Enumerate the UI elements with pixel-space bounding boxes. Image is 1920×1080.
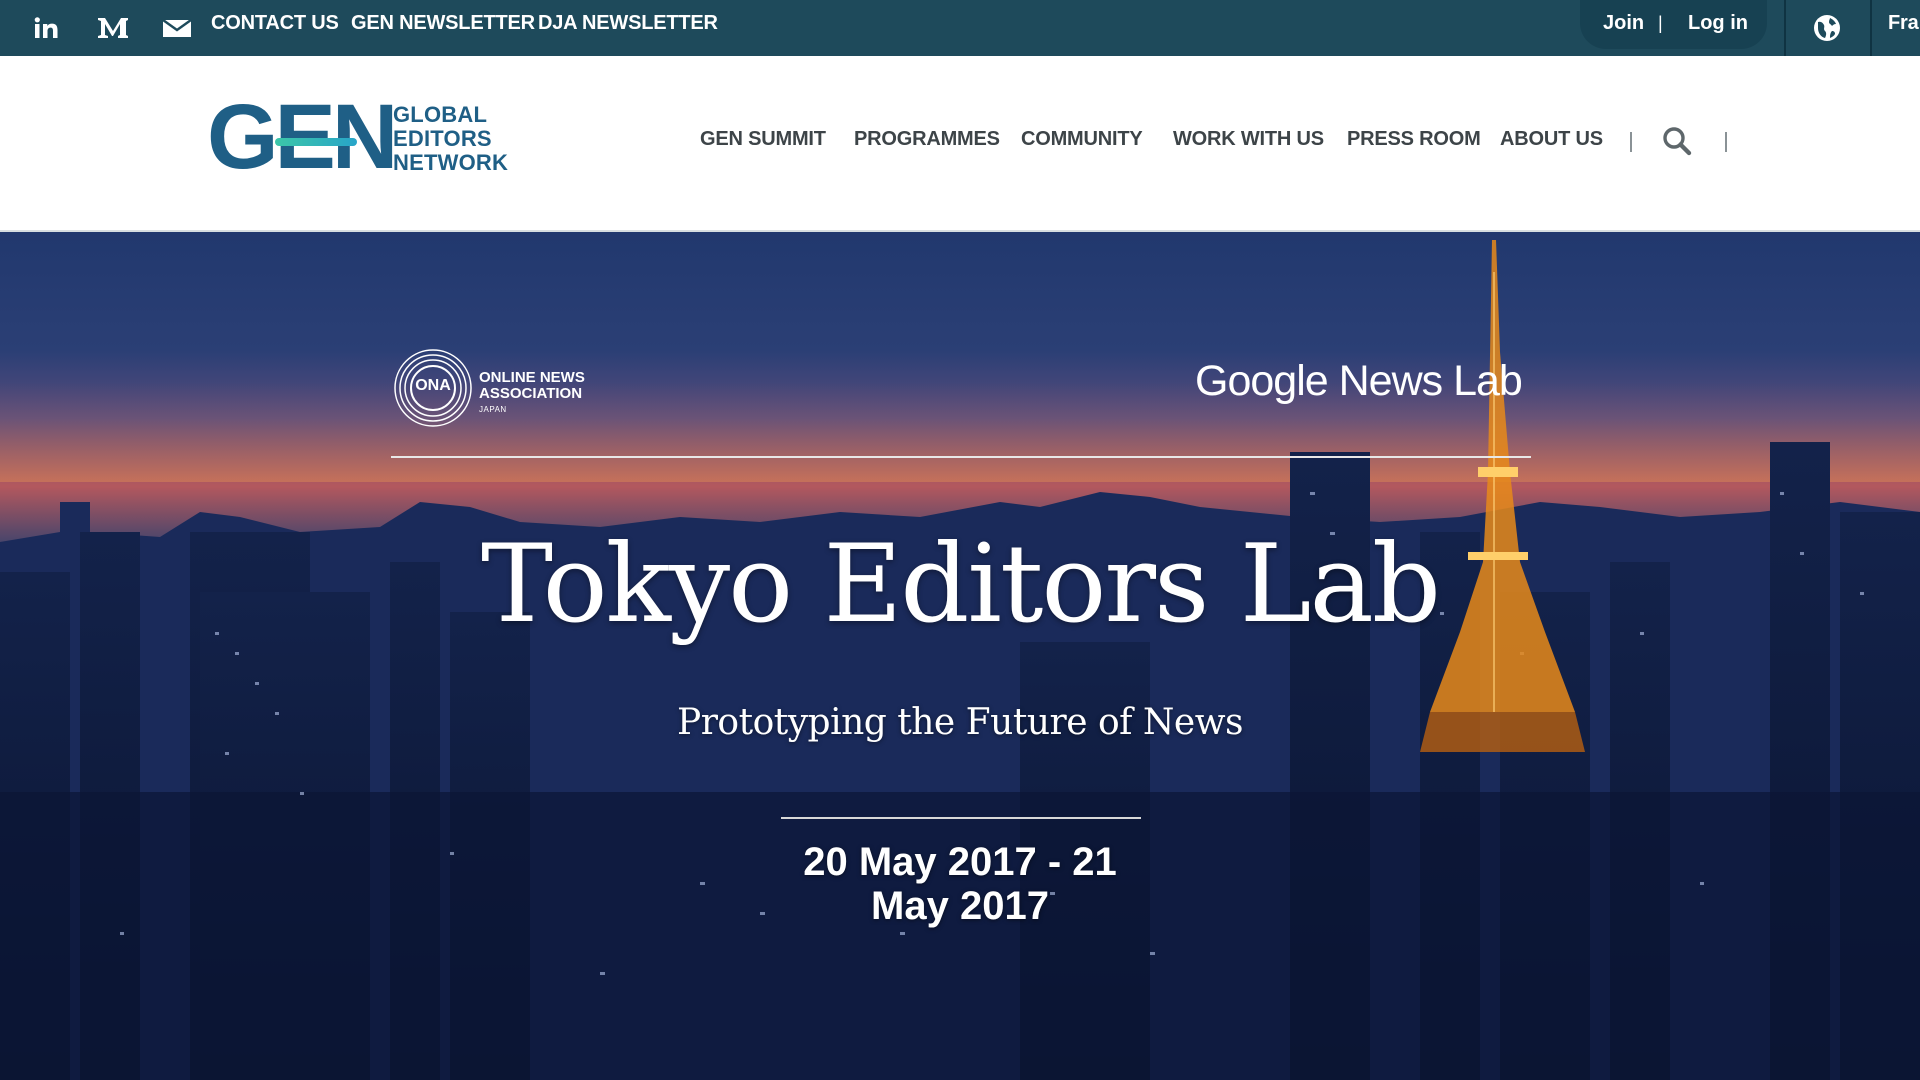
hero-banner: ONA ONLINE NEWS ASSOCIATION JAPAN Google… — [0, 232, 1920, 1080]
language-link[interactable]: Fra — [1888, 0, 1919, 46]
nav-divider-2 — [1725, 132, 1727, 152]
medium-icon[interactable] — [95, 12, 131, 44]
mail-icon[interactable] — [160, 12, 194, 44]
event-date: 20 May 2017 - 21 May 2017 — [760, 840, 1160, 928]
ona-wordmark: ONLINE NEWS ASSOCIATION JAPAN — [479, 370, 585, 418]
nav-about-us[interactable]: ABOUT US — [1500, 128, 1603, 151]
nav-work-with-us[interactable]: WORK WITH US — [1173, 128, 1324, 151]
hero-divider — [391, 456, 1531, 458]
hero-divider-2 — [781, 817, 1141, 819]
gen-newsletter-link[interactable]: GEN NEWSLETTER — [351, 0, 535, 46]
auth-divider: | — [1658, 13, 1663, 33]
ona-line-3: JAPAN — [479, 405, 507, 414]
logo-word-global: GLOBAL — [393, 102, 488, 127]
site-header: GEN GLOBAL EDITORS NETWORK GEN SUMMIT PR… — [0, 56, 1920, 232]
ona-line-1: ONLINE NEWS — [479, 369, 585, 386]
auth-pill: Join | Log in — [1580, 0, 1767, 49]
logo-word-editors: EDITORS — [393, 126, 492, 151]
topbar-divider-2 — [1870, 0, 1872, 56]
logo-mark: GEN — [207, 86, 398, 188]
dja-newsletter-link[interactable]: DJA NEWSLETTER — [538, 0, 718, 46]
linkedin-icon[interactable] — [30, 12, 64, 44]
nav-programmes[interactable]: PROGRAMMES — [854, 128, 1000, 151]
city-skyline-image — [0, 240, 1920, 1080]
topbar-divider — [1784, 0, 1786, 56]
globe-icon[interactable] — [1812, 12, 1842, 44]
search-icon[interactable] — [1662, 126, 1692, 161]
nav-community[interactable]: COMMUNITY — [1021, 128, 1143, 151]
join-link[interactable]: Join — [1603, 0, 1644, 46]
logo-wordmark: GLOBAL EDITORS NETWORK — [393, 103, 508, 175]
ona-line-2: ASSOCIATION — [479, 385, 583, 402]
hero-subtitle: Prototyping the Future of News — [677, 702, 1244, 743]
hero-title: Tokyo Editors Lab — [480, 522, 1441, 647]
top-bar: CONTACT US GEN NEWSLETTER DJA NEWSLETTER… — [0, 0, 1920, 56]
contact-us-link[interactable]: CONTACT US — [211, 0, 339, 46]
nav-gen-summit[interactable]: GEN SUMMIT — [700, 128, 826, 151]
ona-mark: ONA — [415, 377, 451, 394]
login-link[interactable]: Log in — [1688, 0, 1748, 46]
logo-accent-bar — [275, 138, 357, 146]
logo-word-network: NETWORK — [393, 150, 509, 175]
nav-divider — [1630, 132, 1632, 152]
google-news-lab-logo[interactable]: Google News Lab — [1195, 357, 1523, 406]
nav-press-room[interactable]: PRESS ROOM — [1347, 128, 1481, 151]
event-date-line-1: 20 May 2017 - 21 — [803, 840, 1117, 884]
event-date-line-2: May 2017 — [871, 884, 1049, 928]
